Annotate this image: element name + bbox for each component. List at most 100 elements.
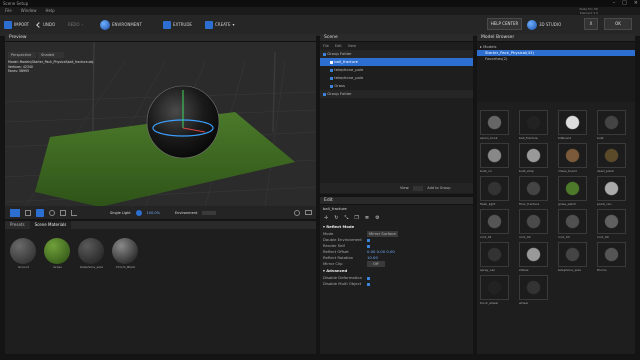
model-item[interactable]: billboard bbox=[558, 110, 594, 141]
tab-presets[interactable]: Presets bbox=[5, 221, 30, 229]
viewport-toolbar: Single Light 100.0% Environment bbox=[5, 206, 316, 219]
model-item[interactable]: grass_patch bbox=[558, 176, 594, 207]
model-item[interactable]: rock_03 bbox=[558, 209, 594, 240]
model-thumbnail bbox=[597, 143, 626, 168]
model-item[interactable]: thorns bbox=[597, 242, 633, 273]
scene-menu-edit[interactable]: Edit bbox=[335, 44, 342, 48]
cancel-button[interactable]: X bbox=[584, 18, 598, 30]
model-label: wheel bbox=[519, 301, 528, 305]
model-item[interactable]: floor_fracture bbox=[519, 176, 555, 207]
model-thumbnail bbox=[558, 209, 587, 234]
model-label: rock_03 bbox=[558, 235, 570, 239]
mirror-clip-dropdown[interactable]: Off bbox=[367, 261, 385, 267]
scale-icon[interactable] bbox=[60, 209, 66, 216]
scene-menu-view[interactable]: View bbox=[348, 44, 356, 48]
scene-tree-item[interactable]: Group Folder bbox=[320, 50, 473, 58]
material-swatch bbox=[10, 238, 36, 264]
move-icon[interactable] bbox=[36, 208, 44, 217]
material-item[interactable]: Ground bbox=[10, 238, 37, 270]
undo-icon bbox=[36, 21, 42, 28]
model-item[interactable]: rock_02 bbox=[519, 209, 555, 240]
help-center-button[interactable]: HELP CENTER bbox=[487, 18, 522, 30]
material-item[interactable]: Chrom_Black bbox=[112, 238, 139, 270]
environment-button[interactable]: ENVIRONMENT bbox=[100, 19, 142, 30]
extrude-button[interactable]: EXTRUDE bbox=[163, 19, 192, 30]
model-item[interactable]: truck_wheel bbox=[480, 275, 516, 306]
model-info: Model: Models\Starter_Pack_Physical\ball… bbox=[8, 60, 94, 73]
material-swatch bbox=[112, 238, 138, 264]
model-item[interactable]: telephone_pole bbox=[558, 242, 594, 273]
copy-icon[interactable]: ❐ bbox=[354, 215, 358, 221]
view-mode-dropdown[interactable]: Perspective bbox=[8, 52, 36, 58]
menu-help[interactable]: Help bbox=[45, 7, 54, 15]
model-thumbnail bbox=[480, 143, 509, 168]
model-item[interactable]: ball_fracture bbox=[519, 110, 555, 141]
import-button[interactable]: IMPORT bbox=[4, 19, 29, 30]
model-item[interactable]: spray_can bbox=[480, 242, 516, 273]
disable-multi-object-checkbox[interactable] bbox=[367, 282, 370, 286]
environment-slider[interactable] bbox=[202, 210, 217, 215]
scale-icon[interactable]: ⤡ bbox=[344, 215, 348, 221]
redo-button[interactable]: REDO › bbox=[68, 19, 83, 30]
reflect-mode-section[interactable]: ▾ Reflect Mode bbox=[320, 223, 473, 231]
model-thumbnail bbox=[597, 242, 626, 267]
model-item[interactable]: rock_04 bbox=[597, 209, 633, 240]
light-value[interactable]: 100.0% bbox=[147, 211, 160, 215]
light-icon[interactable] bbox=[135, 209, 142, 216]
scene-tree-item[interactable]: telephone_pole bbox=[320, 66, 473, 74]
tab-scene-materials[interactable]: Scene Materials bbox=[29, 221, 72, 229]
mode-dropdown[interactable]: Mirror Surface bbox=[367, 231, 398, 237]
model-item[interactable]: flash_light bbox=[480, 176, 516, 207]
scene-menu-file[interactable]: File bbox=[323, 44, 329, 48]
advanced-section[interactable]: ▾ Advanced bbox=[320, 267, 473, 275]
double-environment-checkbox[interactable] bbox=[367, 238, 370, 242]
move-icon[interactable]: ✛ bbox=[324, 215, 328, 221]
view-dropdown[interactable] bbox=[413, 185, 424, 191]
disable-deformation-checkbox[interactable] bbox=[367, 276, 370, 280]
settings-icon[interactable]: ⚙ bbox=[375, 215, 379, 221]
camera-icon[interactable] bbox=[10, 208, 20, 217]
model-item[interactable]: bulb_strip bbox=[519, 143, 555, 174]
model-item[interactable]: rock_01 bbox=[480, 209, 516, 240]
scene-tree-item[interactable]: telephone_pole bbox=[320, 74, 473, 82]
model-item[interactable]: apron_hook bbox=[480, 110, 516, 141]
render-self-checkbox[interactable] bbox=[367, 244, 370, 248]
scene-tree-item[interactable]: Grass bbox=[320, 82, 473, 90]
scene-header: Scene bbox=[320, 34, 473, 42]
model-label: rock_02 bbox=[519, 235, 531, 239]
tree-favorites[interactable]: Favorites(2) bbox=[477, 56, 635, 62]
studio-button[interactable]: 3D STUDIO bbox=[527, 19, 561, 30]
layers-icon[interactable]: ≣ bbox=[365, 215, 369, 221]
model-item[interactable]: paint_can bbox=[597, 176, 633, 207]
model-item[interactable]: bulb bbox=[597, 110, 633, 141]
select-icon[interactable] bbox=[25, 209, 31, 216]
snap-icon[interactable] bbox=[71, 209, 77, 216]
model-label: thorns bbox=[597, 268, 607, 272]
shading-dropdown[interactable]: Shaded bbox=[38, 52, 64, 58]
model-item[interactable]: statue bbox=[519, 242, 555, 273]
camera-reset-icon[interactable] bbox=[294, 209, 300, 216]
brand-info: Nuke Pro 3D Element 3.0 bbox=[579, 7, 598, 15]
close-window-icon[interactable]: × bbox=[634, 0, 638, 7]
material-item[interactable]: Grass bbox=[44, 238, 71, 270]
model-label: rock_01 bbox=[480, 235, 492, 239]
model-item[interactable]: chess_board bbox=[558, 143, 594, 174]
minimize-icon[interactable]: – bbox=[613, 0, 616, 7]
model-item[interactable]: bulb_on bbox=[480, 143, 516, 174]
undo-button[interactable]: UNDO bbox=[36, 19, 55, 30]
screen-icon[interactable] bbox=[305, 210, 312, 215]
create-button[interactable]: CREATE ▾ bbox=[205, 19, 235, 30]
rotate-icon[interactable]: ↻ bbox=[334, 215, 338, 221]
scene-tree-item-selected[interactable]: ball_fracture bbox=[320, 58, 473, 66]
ok-button[interactable]: OK bbox=[604, 18, 632, 30]
maximize-icon[interactable]: □ bbox=[622, 0, 627, 7]
rotate-icon[interactable] bbox=[49, 209, 55, 216]
add-to-group-button[interactable]: Add to Group bbox=[427, 183, 450, 193]
model-item[interactable]: wheel bbox=[519, 275, 555, 306]
menu-file[interactable]: File bbox=[5, 7, 12, 15]
model-item[interactable]: dead_plant bbox=[597, 143, 633, 174]
globe-icon bbox=[100, 19, 110, 30]
scene-tree-item[interactable]: Group Folder bbox=[320, 90, 473, 98]
material-item[interactable]: telephone_pole bbox=[78, 238, 105, 270]
menu-window[interactable]: Window bbox=[21, 7, 37, 15]
